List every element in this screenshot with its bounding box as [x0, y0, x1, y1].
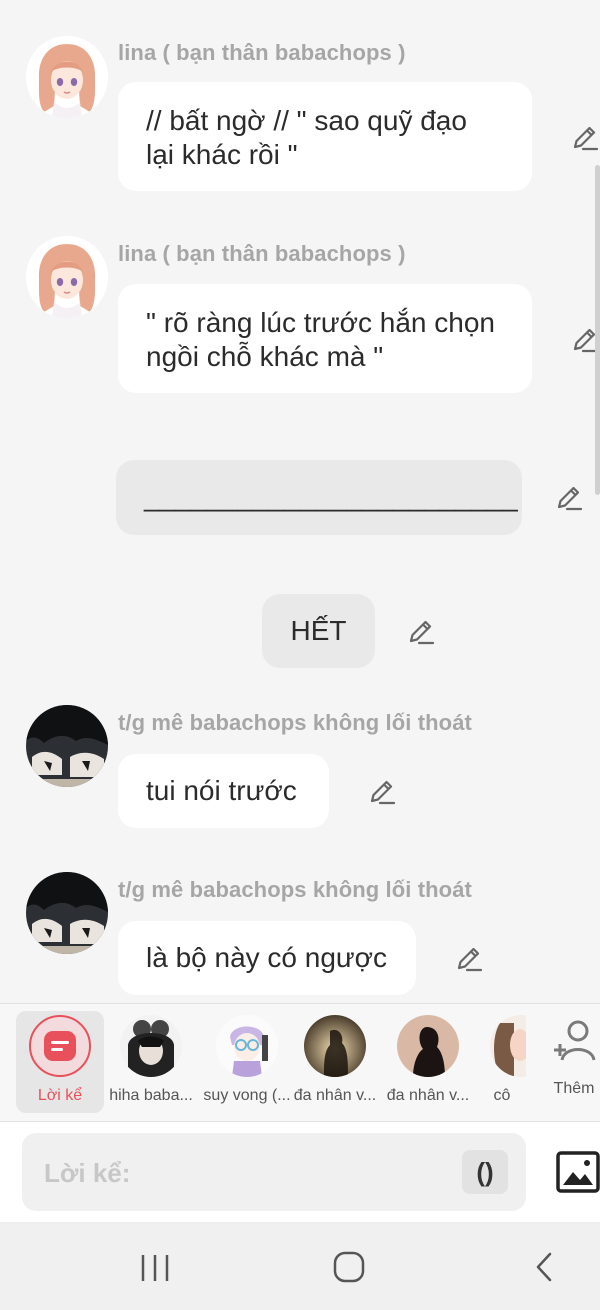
edit-message-icon[interactable]	[454, 943, 484, 973]
message-input[interactable]	[42, 1133, 446, 1213]
character-label: hiha baba...	[109, 1087, 193, 1104]
character-da-nhan-2[interactable]: đa nhân v...	[380, 1004, 476, 1121]
character-da-nhan-1[interactable]: đa nhân v...	[287, 1004, 383, 1121]
character-selector: Lời kể hiha baba... suy vong (... đa nhâ…	[0, 1003, 600, 1121]
edit-message-icon[interactable]	[367, 776, 397, 806]
end-marker-text: HẾT	[290, 615, 347, 646]
system-nav-bar	[0, 1222, 600, 1310]
sender-name: lina ( bạn thân babachops )	[118, 40, 406, 65]
character-avatar	[304, 1015, 366, 1077]
sender-name: t/g mê babachops không lối thoát	[118, 877, 472, 902]
character-label: Lời kể	[37, 1087, 83, 1104]
add-person-icon	[554, 1020, 596, 1061]
message-line: " rõ ràng lúc trước hắn chọn	[146, 307, 495, 338]
sender-name: lina ( bạn thân babachops )	[118, 241, 406, 266]
message-line: lại khác rồi "	[146, 139, 298, 170]
character-avatar	[397, 1015, 459, 1077]
character-narrator[interactable]: Lời kể	[0, 1004, 120, 1121]
narrator-icon	[44, 1031, 76, 1061]
sender-name: t/g mê babachops không lối thoát	[118, 710, 472, 735]
edit-end-marker-icon[interactable]	[406, 616, 436, 646]
message-line: // bất ngờ // " sao quỹ đạo	[146, 105, 467, 136]
edit-narration-icon[interactable]	[554, 482, 584, 512]
character-label: đa nhân v...	[386, 1087, 470, 1104]
message-bubble[interactable]: tui nói trước	[118, 754, 329, 828]
image-icon[interactable]	[556, 1150, 600, 1194]
character-label: đa nhân v...	[293, 1087, 377, 1104]
narration-text: ________________________	[144, 481, 518, 512]
add-character-button[interactable]: Thêm	[526, 1004, 600, 1121]
recent-apps-icon[interactable]	[138, 1252, 172, 1284]
message-text: là bộ này có ngược	[146, 942, 388, 973]
parentheses-button[interactable]: ()	[462, 1150, 508, 1194]
home-icon[interactable]	[332, 1250, 366, 1284]
message-line: ngồi chỗ khác mà "	[146, 341, 384, 372]
character-label: suy vong (...	[203, 1087, 291, 1104]
avatar-author[interactable]	[26, 872, 108, 954]
narrator-avatar	[29, 1015, 91, 1077]
scrollbar[interactable]	[595, 165, 600, 495]
message-bubble[interactable]: " rõ ràng lúc trước hắn chọn ngồi chỗ kh…	[118, 284, 532, 393]
character-avatar	[216, 1015, 278, 1077]
message-text: tui nói trước	[146, 775, 297, 806]
end-marker-bubble[interactable]: HẾT	[262, 594, 375, 668]
back-icon[interactable]	[532, 1250, 558, 1284]
message-input-box[interactable]: ()	[22, 1133, 526, 1213]
character-avatar	[120, 1015, 182, 1077]
input-bar: ()	[0, 1121, 600, 1223]
add-character-label: Thêm	[553, 1080, 595, 1097]
character-co[interactable]: cô	[470, 1004, 534, 1121]
narration-bubble[interactable]: ________________________	[116, 460, 522, 535]
edit-message-icon[interactable]	[570, 122, 600, 152]
character-hiha[interactable]: hiha baba...	[103, 1004, 199, 1121]
chat-area[interactable]: lina ( bạn thân babachops ) // bất ngờ /…	[0, 0, 600, 1003]
message-bubble[interactable]: là bộ này có ngược	[118, 921, 416, 995]
avatar-author[interactable]	[26, 705, 108, 787]
avatar-lina[interactable]	[26, 236, 108, 318]
character-label: cô	[493, 1087, 511, 1104]
message-bubble[interactable]: // bất ngờ // " sao quỹ đạo lại khác rồi…	[118, 82, 532, 191]
character-suy-vong[interactable]: suy vong (...	[199, 1004, 295, 1121]
avatar-lina[interactable]	[26, 36, 108, 118]
